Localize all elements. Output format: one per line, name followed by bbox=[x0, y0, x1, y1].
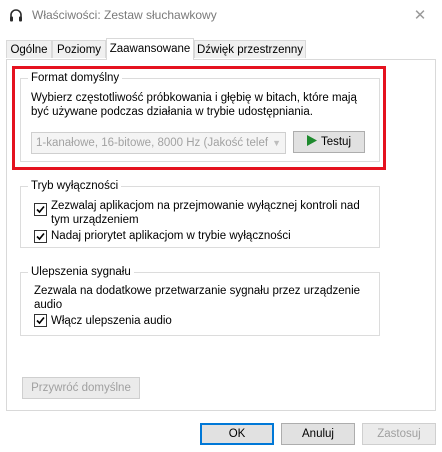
tab-general[interactable]: Ogólne bbox=[6, 40, 52, 58]
window-title: Właściwości: Zestaw słuchawkowy bbox=[32, 8, 217, 22]
exclusive-priority-label[interactable]: Nadaj priorytet aplikacjom w trybie wyłą… bbox=[51, 229, 371, 243]
tab-spatial-sound[interactable]: Dźwięk przestrzenny bbox=[194, 40, 306, 58]
close-icon: ✕ bbox=[413, 7, 427, 24]
enhancements-description-line2: audio bbox=[34, 299, 63, 311]
tab-advanced[interactable]: Zaawansowane bbox=[106, 38, 194, 60]
highlight-box bbox=[12, 66, 386, 170]
close-button[interactable]: ✕ bbox=[398, 0, 442, 30]
check-icon bbox=[36, 232, 45, 241]
ok-button[interactable]: OK bbox=[200, 423, 274, 445]
restore-defaults-button[interactable]: Przywróć domyślne bbox=[22, 377, 140, 399]
check-icon bbox=[36, 205, 45, 214]
enhancements-checkbox-label[interactable]: Włącz ulepszenia audio bbox=[51, 314, 351, 328]
exclusive-control-label-line1: Zezwalaj aplikacjom na przejmowanie wyłą… bbox=[51, 200, 360, 212]
check-icon bbox=[36, 316, 45, 325]
exclusive-priority-checkbox[interactable] bbox=[34, 230, 47, 243]
apply-button[interactable]: Zastosuj bbox=[362, 423, 436, 445]
cancel-button[interactable]: Anuluj bbox=[281, 423, 355, 445]
exclusive-control-label[interactable]: Zezwalaj aplikacjom na przejmowanie wyłą… bbox=[51, 199, 371, 227]
enhancements-description-line1: Zezwala na dodatkowe przetwarzanie sygna… bbox=[34, 285, 361, 297]
tab-levels[interactable]: Poziomy bbox=[52, 40, 106, 58]
enhancements-group-title: Ulepszenia sygnału bbox=[28, 265, 134, 280]
headset-icon bbox=[8, 8, 24, 24]
exclusive-group-title: Tryb wyłączności bbox=[28, 179, 122, 194]
title-bar: Właściwości: Zestaw słuchawkowy ✕ bbox=[0, 0, 442, 32]
enhancements-checkbox[interactable] bbox=[34, 314, 47, 327]
exclusive-control-label-line2: tym urządzeniem bbox=[51, 214, 139, 226]
enhancements-description: Zezwala na dodatkowe przetwarzanie sygna… bbox=[34, 284, 374, 312]
exclusive-control-checkbox[interactable] bbox=[34, 203, 47, 216]
